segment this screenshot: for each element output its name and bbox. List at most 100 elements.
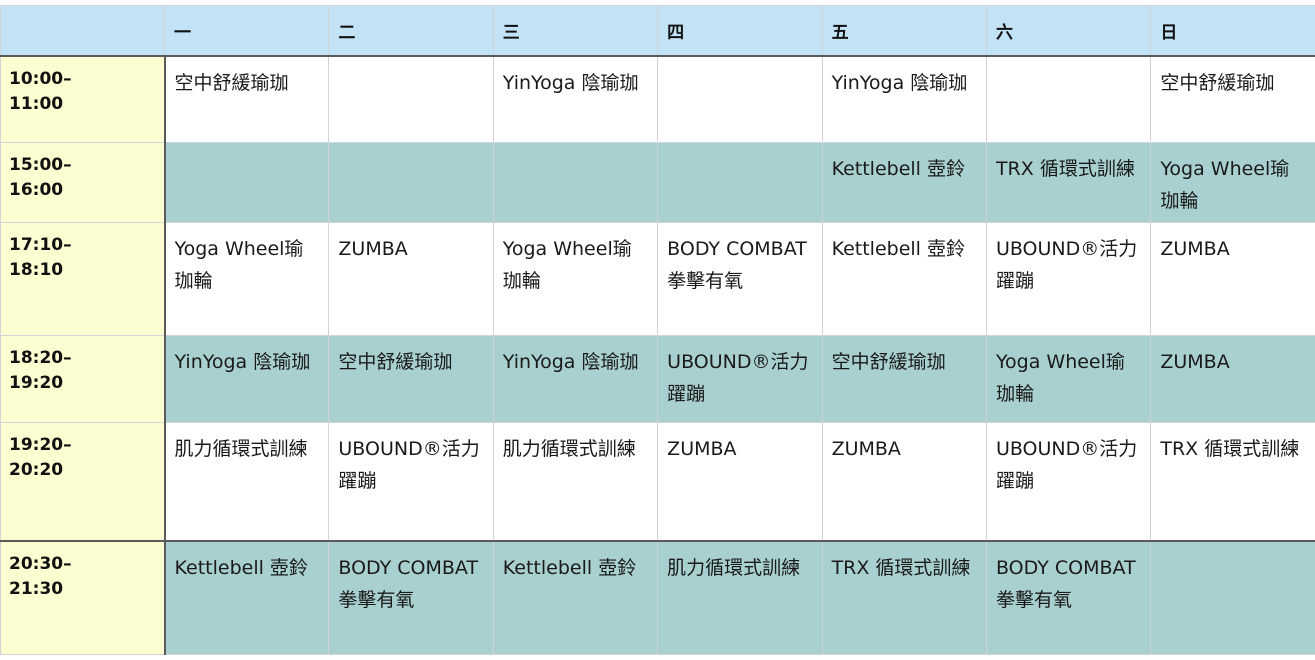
- class-cell: Yoga Wheel瑜珈輪: [163, 222, 330, 336]
- schedule-row: 15:00– 16:00 Kettlebell 壺鈴 TRX 循環式訓練 Yoga W…: [0, 142, 1315, 223]
- class-name: Kettlebell 壺鈴: [831, 238, 965, 260]
- class-cell: [657, 55, 823, 143]
- class-name: YinYoga 陰瑜珈: [174, 351, 311, 373]
- class-cell: Yoga Wheel瑜珈輪: [1150, 142, 1315, 223]
- class-cell: Yoga Wheel瑜珈輪: [492, 222, 659, 336]
- schedule-row: 10:00– 11:00 空中舒緩瑜珈 YinYoga 陰瑜珈 YinYoga 陰瑜珈…: [0, 55, 1315, 143]
- class-cell: [492, 142, 659, 223]
- class-name: UBOUND®活力躍蹦: [667, 351, 809, 405]
- day-header-mon: 一: [163, 5, 330, 57]
- class-cell: TRX 循環式訓練: [821, 539, 987, 655]
- class-cell: [328, 55, 494, 143]
- class-cell: 空中舒緩瑜珈: [1150, 55, 1315, 143]
- class-name: Yoga Wheel瑜珈輪: [174, 238, 304, 292]
- schedule-row: 19:20– 20:20 肌力循環式訓練 UBOUND®活力躍蹦 肌力循環式訓練 ZUM…: [0, 422, 1315, 541]
- class-name: TRX 循環式訓練: [995, 158, 1135, 180]
- class-name: 空中舒緩瑜珈: [174, 71, 289, 94]
- schedule-row: 20:30– 21:30 Kettlebell 壺鈴 BODY COMBAT拳擊有氧…: [0, 539, 1315, 655]
- class-name: ZUMBA: [338, 238, 408, 260]
- class-name: ZUMBA: [1160, 238, 1230, 260]
- class-cell: 空中舒緩瑜珈: [821, 335, 987, 423]
- class-cell: ZUMBA: [657, 422, 823, 541]
- class-name: TRX 循環式訓練: [1160, 438, 1300, 460]
- time-slot-label: 15:00– 16:00: [0, 142, 166, 223]
- schedule-header: 一 二 三 四 五 六 日: [0, 5, 1315, 57]
- class-name: BODY COMBAT拳擊有氧: [667, 238, 807, 292]
- class-cell: 空中舒緩瑜珈: [163, 55, 330, 143]
- day-header-tue: 二: [328, 5, 494, 57]
- class-name: YinYoga 陰瑜珈: [502, 71, 639, 94]
- class-name: 肌力循環式訓練: [174, 438, 308, 460]
- day-header-thu: 四: [657, 5, 823, 57]
- class-name: Yoga Wheel瑜珈輪: [1160, 158, 1290, 212]
- class-cell: Kettlebell 壺鈴: [821, 222, 987, 336]
- class-cell: ZUMBA: [328, 222, 494, 336]
- class-name: Yoga Wheel瑜珈輪: [995, 351, 1125, 405]
- class-cell: YinYoga 陰瑜珈: [492, 335, 659, 423]
- class-cell: [985, 55, 1152, 143]
- class-name: UBOUND®活力躍蹦: [995, 238, 1138, 292]
- class-cell: UBOUND®活力躍蹦: [985, 422, 1152, 541]
- class-name: 肌力循環式訓練: [502, 438, 636, 460]
- class-cell: Kettlebell 壺鈴: [821, 142, 987, 223]
- corner-cell: [0, 5, 165, 57]
- class-name: 空中舒緩瑜珈: [1160, 71, 1275, 94]
- time-slot-label: 17:10– 18:10: [0, 222, 166, 336]
- class-cell: TRX 循環式訓練: [1150, 422, 1315, 541]
- class-name: ZUMBA: [667, 438, 737, 460]
- schedule-body: 10:00– 11:00 空中舒緩瑜珈 YinYoga 陰瑜珈 YinYoga 陰瑜珈…: [0, 55, 1315, 655]
- schedule-row: 18:20– 19:20 YinYoga 陰瑜珈 空中舒緩瑜珈 YinYoga 陰瑜珈…: [0, 335, 1315, 423]
- day-header-wed: 三: [492, 5, 659, 57]
- class-cell: UBOUND®活力躍蹦: [328, 422, 494, 541]
- class-cell: YinYoga 陰瑜珈: [821, 55, 987, 143]
- class-name: 空中舒緩瑜珈: [338, 351, 453, 373]
- class-cell: ZUMBA: [1150, 335, 1315, 423]
- class-name: YinYoga 陰瑜珈: [831, 71, 968, 94]
- class-schedule-table: 一 二 三 四 五 六 日 10:00– 11:00 空中舒緩瑜珈 YinYoga …: [0, 5, 1315, 655]
- class-name: Kettlebell 壺鈴: [174, 556, 308, 579]
- time-slot-label: 20:30– 21:30: [0, 539, 166, 655]
- schedule-row: 17:10– 18:10 Yoga Wheel瑜珈輪 ZUMBA Yoga Wheel…: [0, 222, 1315, 336]
- class-name: UBOUND®活力躍蹦: [995, 438, 1138, 492]
- class-cell: UBOUND®活力躍蹦: [985, 222, 1152, 336]
- class-cell: UBOUND®活力躍蹦: [657, 335, 823, 423]
- class-name: Yoga Wheel瑜珈輪: [502, 238, 632, 292]
- class-cell: Yoga Wheel瑜珈輪: [985, 335, 1152, 423]
- day-header-fri: 五: [821, 5, 987, 57]
- day-header-sun: 日: [1150, 5, 1315, 57]
- class-cell: Kettlebell 壺鈴: [492, 539, 659, 655]
- time-slot-label: 18:20– 19:20: [0, 335, 166, 423]
- time-slot-label: 19:20– 20:20: [0, 422, 166, 541]
- class-cell: 空中舒緩瑜珈: [328, 335, 494, 423]
- time-slot-text: 10:00– 11:00: [9, 68, 72, 114]
- class-cell: YinYoga 陰瑜珈: [492, 55, 659, 143]
- class-name: ZUMBA: [1160, 351, 1230, 373]
- class-cell: YinYoga 陰瑜珈: [163, 335, 330, 423]
- class-name: ZUMBA: [831, 438, 901, 460]
- class-cell: Kettlebell 壺鈴: [163, 539, 330, 655]
- day-header-row: 一 二 三 四 五 六 日: [0, 5, 1315, 57]
- class-cell: 肌力循環式訓練: [492, 422, 659, 541]
- time-slot-text: 18:20– 19:20: [9, 348, 72, 393]
- class-cell: BODY COMBAT拳擊有氧: [328, 539, 494, 655]
- time-slot-text: 19:20– 20:20: [9, 435, 72, 480]
- class-cell: ZUMBA: [821, 422, 987, 541]
- day-header-sat: 六: [985, 5, 1152, 57]
- class-name: UBOUND®活力躍蹦: [338, 438, 480, 492]
- class-name: Kettlebell 壺鈴: [831, 158, 965, 180]
- class-name: BODY COMBAT拳擊有氧: [995, 556, 1136, 611]
- class-cell: [163, 142, 330, 223]
- class-name: 空中舒緩瑜珈: [831, 351, 946, 373]
- class-cell: 肌力循環式訓練: [657, 539, 823, 655]
- class-cell: TRX 循環式訓練: [985, 142, 1152, 223]
- class-cell: ZUMBA: [1150, 222, 1315, 336]
- time-slot-text: 17:10– 18:10: [9, 235, 72, 280]
- class-cell: [1150, 539, 1315, 655]
- class-cell: BODY COMBAT拳擊有氧: [985, 539, 1152, 655]
- class-name: Kettlebell 壺鈴: [502, 556, 637, 579]
- time-slot-text: 20:30– 21:30: [9, 553, 72, 599]
- class-name: BODY COMBAT拳擊有氧: [338, 556, 479, 611]
- class-name: YinYoga 陰瑜珈: [502, 351, 639, 373]
- class-name: TRX 循環式訓練: [831, 556, 971, 579]
- time-slot-label: 10:00– 11:00: [0, 55, 166, 143]
